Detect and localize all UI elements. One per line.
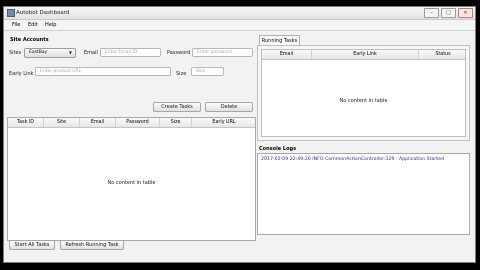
col-status[interactable]: Status xyxy=(419,50,467,59)
window-controls: – □ ✕ xyxy=(424,8,473,18)
col-size[interactable]: Size xyxy=(160,118,192,127)
start-all-tasks-button[interactable]: Start All Tasks xyxy=(9,240,55,250)
menu-file[interactable]: File xyxy=(12,22,20,28)
refresh-running-task-button[interactable]: Refresh Running Task xyxy=(60,240,124,250)
col-email[interactable]: Email xyxy=(80,118,116,127)
running-tasks-pane: Email Early Link Status No content in ta… xyxy=(257,45,470,141)
delete-button[interactable]: Delete xyxy=(205,102,253,112)
console-log-area[interactable]: 2017-02-09 22:49:20 INFO CommonActionCon… xyxy=(257,153,470,235)
window-title: Autobot Dashboard xyxy=(16,10,70,16)
maximize-button[interactable]: □ xyxy=(441,8,456,18)
title-bar[interactable]: Autobot Dashboard – □ ✕ xyxy=(4,7,475,20)
password-field[interactable]: Enter password xyxy=(192,48,253,57)
col-early-url[interactable]: Early URL xyxy=(192,118,256,127)
create-tasks-button[interactable]: Create Tasks xyxy=(153,102,201,112)
app-icon xyxy=(7,9,15,17)
tasks-table[interactable]: Task ID Site Email Password Size Early U… xyxy=(7,117,256,241)
tasks-table-header: Task ID Site Email Password Size Early U… xyxy=(8,118,255,128)
menu-help[interactable]: Help xyxy=(45,22,56,28)
menu-bar: File Edit Help xyxy=(4,20,475,31)
early-link-field[interactable]: Enter product URL xyxy=(35,67,171,76)
close-button[interactable]: ✕ xyxy=(458,8,473,18)
email-label: Email xyxy=(84,50,98,56)
running-tasks-empty: No content in table xyxy=(339,98,388,104)
menu-edit[interactable]: Edit xyxy=(28,22,38,28)
minimize-button[interactable]: – xyxy=(424,8,439,18)
email-field[interactable]: Enter Email ID xyxy=(100,48,161,57)
site-accounts-title: Site Accounts xyxy=(10,37,49,43)
sites-label: Sites xyxy=(9,50,22,56)
running-tasks-table[interactable]: Email Early Link Status No content in ta… xyxy=(261,49,466,137)
col-site[interactable]: Site xyxy=(44,118,80,127)
running-tasks-header: Email Early Link Status xyxy=(262,50,465,60)
password-label: Password xyxy=(167,50,191,56)
size-field[interactable]: Size xyxy=(191,67,224,76)
col-email[interactable]: Email xyxy=(262,50,312,59)
col-password[interactable]: Password xyxy=(116,118,160,127)
col-early-link[interactable]: Early Link xyxy=(312,50,419,59)
size-label: Size xyxy=(176,71,187,77)
tasks-table-empty: No content in table xyxy=(107,180,156,186)
col-task-id[interactable]: Task ID xyxy=(8,118,44,127)
sites-select[interactable]: EastBay ▼ xyxy=(24,48,76,58)
early-link-label: Early Link xyxy=(9,71,34,77)
app-window: Autobot Dashboard – □ ✕ File Edit Help S… xyxy=(3,6,476,263)
chevron-down-icon: ▼ xyxy=(68,50,72,55)
sites-select-value: EastBay xyxy=(29,50,48,55)
console-logs-title: Console Logs xyxy=(259,146,297,152)
console-log-line: 2017-02-09 22:49:20 INFO CommonActionCon… xyxy=(261,157,444,162)
